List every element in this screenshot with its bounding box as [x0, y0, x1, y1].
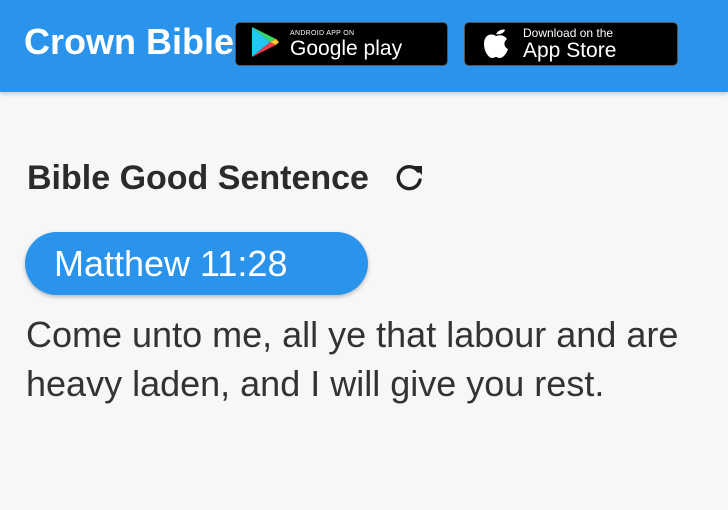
app-store-small-text: Download on the: [523, 26, 614, 40]
app-header: Crown Bible ANDROID APP ON Google play D…: [0, 0, 728, 92]
verse-reference-chip[interactable]: Matthew 11:28: [25, 232, 368, 295]
google-play-badge[interactable]: ANDROID APP ON Google play: [235, 22, 448, 66]
section-title: Bible Good Sentence: [27, 158, 369, 197]
app-title[interactable]: Crown Bible: [24, 20, 234, 64]
verse-section: Bible Good Sentence: [27, 150, 707, 206]
google-play-icon: [250, 26, 280, 63]
app-store-badge[interactable]: Download on the App Store: [464, 22, 678, 66]
google-play-big-text: Google play: [290, 36, 403, 60]
app-store-big-text: App Store: [523, 39, 617, 62]
apple-icon: [481, 25, 511, 64]
google-play-small-text: ANDROID APP ON: [290, 29, 355, 37]
refresh-icon[interactable]: [393, 161, 427, 195]
verse-text: Come unto me, all ye that labour and are…: [26, 314, 679, 404]
